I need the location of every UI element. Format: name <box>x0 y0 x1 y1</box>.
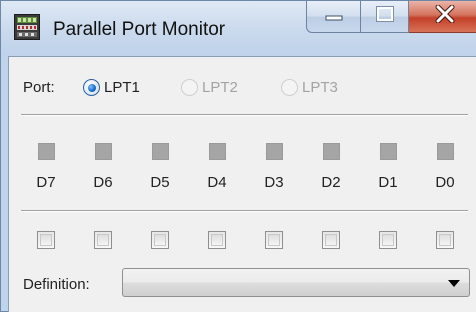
window-title: Parallel Port Monitor <box>53 19 226 40</box>
minimize-button[interactable] <box>306 1 361 33</box>
data-bit-label: D7 <box>36 174 56 191</box>
port-option-label: LPT3 <box>302 79 338 96</box>
data-bit-indicator-d0 <box>437 143 454 160</box>
data-bit-label: D0 <box>435 174 455 191</box>
port-radio-lpt3: LPT3 <box>281 79 338 96</box>
port-radio-lpt2: LPT2 <box>181 79 238 96</box>
data-bit-indicator-d2 <box>323 143 340 160</box>
data-bit-checkbox-d4[interactable] <box>208 231 226 249</box>
minimize-icon <box>325 8 343 26</box>
port-label: Port: <box>23 79 55 96</box>
data-bit-checkbox-d6[interactable] <box>94 231 112 249</box>
divider <box>21 210 468 212</box>
data-bit-indicator-d4 <box>209 143 226 160</box>
data-bit-label: D1 <box>378 174 398 191</box>
port-option-label: LPT1 <box>104 79 140 96</box>
close-icon <box>435 4 455 28</box>
close-button[interactable] <box>409 1 476 33</box>
data-bit-indicator-d7 <box>38 143 55 160</box>
data-bit-indicator-d5 <box>152 143 169 160</box>
data-bit-checkbox-d7[interactable] <box>37 231 55 249</box>
title-bar[interactable]: Parallel Port Monitor <box>1 1 476 55</box>
data-bit-label: D5 <box>150 174 170 191</box>
data-bit-indicator-d6 <box>95 143 112 160</box>
definition-select[interactable] <box>122 268 470 297</box>
client-area: Port: LPT1 LPT2 LPT3 D7 D6 D5 D4 D3 D2 D… <box>8 56 476 312</box>
data-bit-label: D4 <box>207 174 227 191</box>
maximize-icon <box>375 6 394 27</box>
caption-buttons <box>306 1 476 33</box>
data-bit-indicator-d3 <box>266 143 283 160</box>
data-bit-checkbox-d0[interactable] <box>436 231 454 249</box>
radio-unselected-icon <box>281 79 298 96</box>
divider <box>21 114 468 116</box>
chevron-down-icon <box>448 280 460 287</box>
app-window: Parallel Port Monitor Port: LPT1 LPT2 LP… <box>0 0 476 312</box>
data-bit-checkbox-d3[interactable] <box>265 231 283 249</box>
radio-unselected-icon <box>181 79 198 96</box>
data-bit-label: D2 <box>321 174 341 191</box>
port-radio-lpt1[interactable]: LPT1 <box>83 79 140 96</box>
definition-label: Definition: <box>23 276 90 293</box>
port-option-label: LPT2 <box>202 79 238 96</box>
data-bit-label: D6 <box>93 174 113 191</box>
maximize-button[interactable] <box>361 1 409 33</box>
data-bit-label: D3 <box>264 174 284 191</box>
data-bit-checkbox-d2[interactable] <box>322 231 340 249</box>
data-bit-indicator-d1 <box>380 143 397 160</box>
parallel-port-app-icon <box>14 14 40 40</box>
radio-selected-icon <box>83 79 100 96</box>
data-bit-checkbox-d1[interactable] <box>379 231 397 249</box>
data-bit-checkbox-d5[interactable] <box>151 231 169 249</box>
